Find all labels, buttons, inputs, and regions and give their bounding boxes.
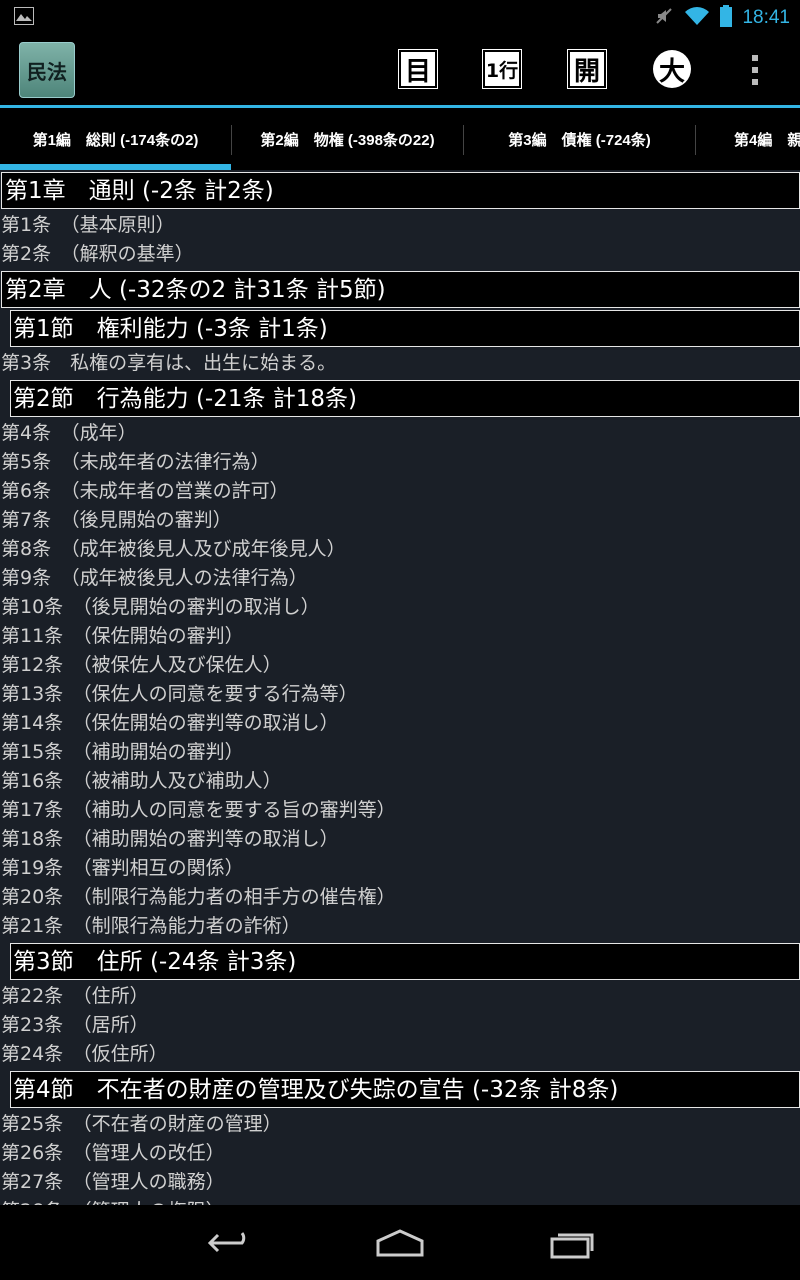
article-row[interactable]: 第11条 （保佐開始の審判） — [0, 622, 800, 651]
tab-part-2[interactable]: 第2編 物権 (-398条の22) — [232, 108, 463, 170]
one-line-button[interactable]: 1行 — [482, 49, 522, 89]
tab-part-3[interactable]: 第3編 債権 (-724条) — [464, 108, 695, 170]
chapter-header[interactable]: 第1章 通則 (-2条 計2条) — [1, 172, 800, 209]
section-header[interactable]: 第1節 権利能力 (-3条 計1条) — [10, 310, 800, 347]
status-right: 18:41 — [654, 5, 790, 31]
article-row[interactable]: 第4条 （成年） — [0, 419, 800, 448]
article-row[interactable]: 第5条 （未成年者の法律行為） — [0, 448, 800, 477]
mute-icon — [654, 6, 674, 30]
article-row[interactable]: 第18条 （補助開始の審判等の取消し） — [0, 825, 800, 854]
article-row[interactable]: 第25条 （不在者の財産の管理） — [0, 1110, 800, 1139]
section-header[interactable]: 第3節 住所 (-24条 計3条) — [10, 943, 800, 980]
article-list[interactable]: 第1章 通則 (-2条 計2条) 第1条 （基本原則） 第2条 （解釈の基準） 第2章… — [0, 170, 800, 1205]
tab-part-1[interactable]: 第1編 総則 (-174条の2) — [0, 108, 231, 170]
status-bar: 18:41 — [0, 0, 800, 33]
article-row[interactable]: 第27条 （管理人の職務） — [0, 1168, 800, 1197]
wifi-icon — [684, 6, 710, 30]
article-row[interactable]: 第24条 （仮住所） — [0, 1040, 800, 1069]
home-icon[interactable] — [374, 1225, 426, 1261]
article-row[interactable]: 第20条 （制限行為能力者の相手方の催告権） — [0, 883, 800, 912]
app-icon[interactable]: 民法 — [19, 42, 75, 98]
section-header[interactable]: 第4節 不在者の財産の管理及び失踪の宣告 (-32条 計8条) — [10, 1071, 800, 1108]
article-row[interactable]: 第1条 （基本原則） — [0, 211, 800, 240]
article-row[interactable]: 第28条 （管理人の権限） — [0, 1197, 800, 1205]
article-row[interactable]: 第2条 （解釈の基準） — [0, 240, 800, 269]
image-notification-icon — [14, 7, 34, 25]
article-row[interactable]: 第8条 （成年被後見人及び成年後見人） — [0, 535, 800, 564]
chapter-header[interactable]: 第2章 人 (-32条の2 計31条 計5節) — [1, 271, 800, 308]
article-row[interactable]: 第6条 （未成年者の営業の許可） — [0, 477, 800, 506]
tab-part-4[interactable]: 第4編 親 — [696, 108, 800, 170]
article-row[interactable]: 第9条 （成年被後見人の法律行為） — [0, 564, 800, 593]
section-header[interactable]: 第2節 行為能力 (-21条 計18条) — [10, 380, 800, 417]
article-row[interactable]: 第15条 （補助開始の審判） — [0, 738, 800, 767]
navigation-bar — [0, 1205, 800, 1280]
article-row[interactable]: 第14条 （保佐開始の審判等の取消し） — [0, 709, 800, 738]
overflow-menu-icon[interactable] — [752, 55, 760, 85]
article-row[interactable]: 第7条 （後見開始の審判） — [0, 506, 800, 535]
article-row[interactable]: 第22条 （住所） — [0, 982, 800, 1011]
clock: 18:41 — [742, 7, 790, 28]
article-row[interactable]: 第23条 （居所） — [0, 1011, 800, 1040]
article-row[interactable]: 第21条 （制限行為能力者の詐術） — [0, 912, 800, 941]
tab-strip: 第1編 総則 (-174条の2) 第2編 物権 (-398条の22) 第3編 債… — [0, 108, 800, 170]
article-row[interactable]: 第26条 （管理人の改任） — [0, 1139, 800, 1168]
large-text-button[interactable]: 大 — [653, 50, 691, 88]
article-row[interactable]: 第13条 （保佐人の同意を要する行為等） — [0, 680, 800, 709]
contents-button[interactable]: 目 — [398, 49, 438, 89]
battery-icon — [720, 5, 733, 31]
article-row[interactable]: 第17条 （補助人の同意を要する旨の審判等） — [0, 796, 800, 825]
article-row[interactable]: 第12条 （被保佐人及び保佐人） — [0, 651, 800, 680]
article-row[interactable]: 第3条 私権の享有は、出生に始まる。 — [0, 349, 800, 378]
recent-apps-icon[interactable] — [546, 1225, 598, 1261]
action-bar: 民法 目 1行 開 大 — [0, 33, 800, 108]
back-icon[interactable] — [204, 1225, 256, 1261]
open-button[interactable]: 開 — [567, 49, 607, 89]
article-row[interactable]: 第19条 （審判相互の関係） — [0, 854, 800, 883]
article-row[interactable]: 第10条 （後見開始の審判の取消し） — [0, 593, 800, 622]
article-row[interactable]: 第16条 （被補助人及び補助人） — [0, 767, 800, 796]
